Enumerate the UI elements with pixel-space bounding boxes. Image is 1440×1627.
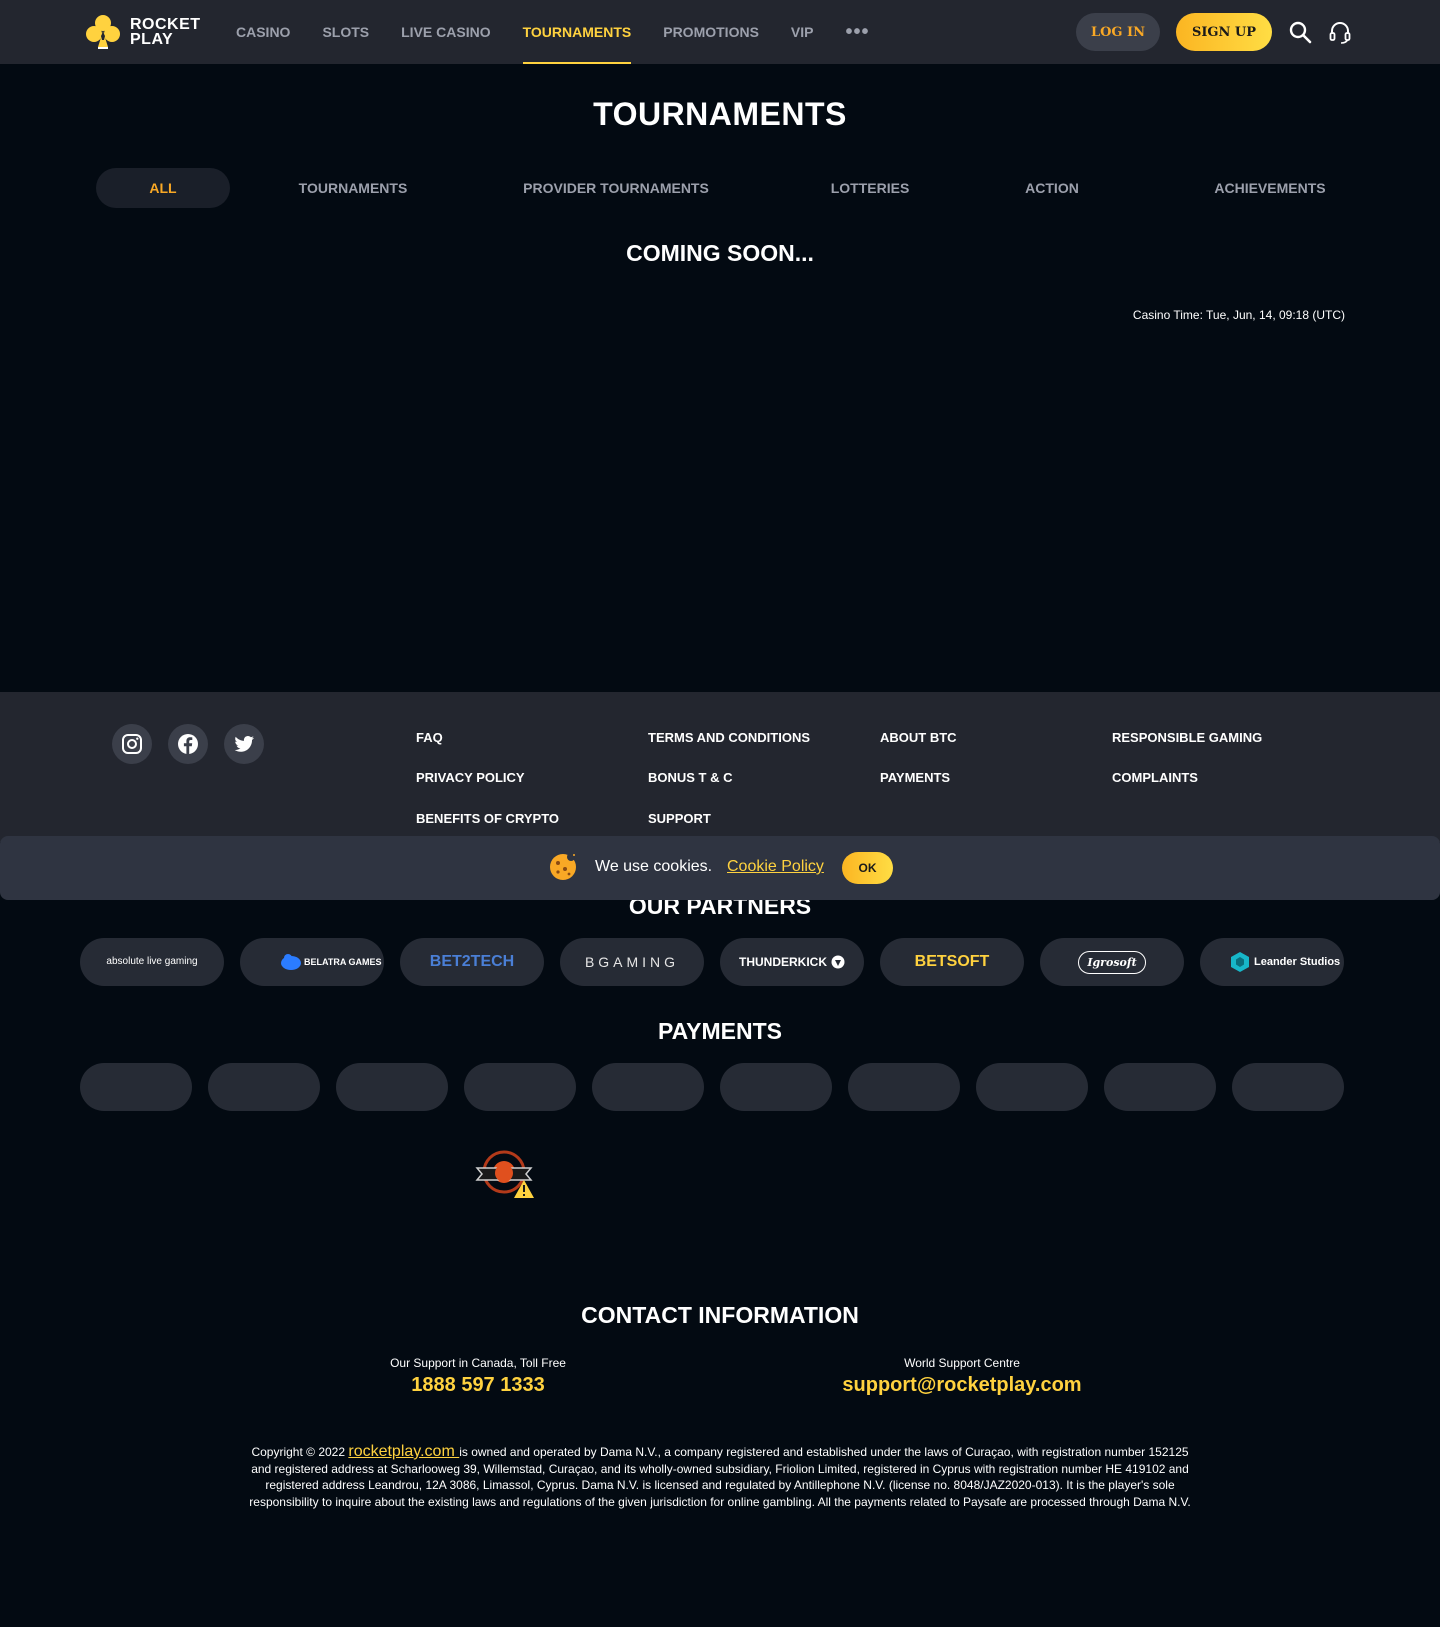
thunderkick-badge-icon <box>831 955 845 969</box>
partner-name: BELATRA GAMES <box>304 957 382 967</box>
nav-more-button[interactable]: ••• <box>845 0 869 64</box>
canada-support-label: Our Support in Canada, Toll Free <box>390 1356 566 1370</box>
footer-links-panel: FAQ PRIVACY POLICY BENEFITS OF CRYPTO TE… <box>0 692 1440 842</box>
leander-logo-icon <box>1231 952 1249 972</box>
tournament-tabs: ALL TOURNAMENTS PROVIDER TOURNAMENTS LOT… <box>96 168 1344 208</box>
casino-time: Casino Time: Tue, Jun, 14, 09:18 (UTC) <box>1132 308 1345 322</box>
footer-link-faq[interactable]: FAQ <box>416 730 443 745</box>
coming-soon-message: COMING SOON... <box>626 240 814 266</box>
footer-link-terms[interactable]: TERMS AND CONDITIONS <box>648 730 810 745</box>
contact-title: CONTACT INFORMATION <box>581 1302 859 1328</box>
logo-text-line2: PLAY <box>130 31 174 48</box>
partner-name: THUNDERKICK <box>739 955 827 969</box>
club-logo-icon <box>86 15 120 49</box>
footer-link-payments[interactable]: PAYMENTS <box>880 770 950 785</box>
payment-method[interactable] <box>208 1063 320 1111</box>
copyright-prefix: Copyright © 2022 <box>251 1445 349 1459</box>
facebook-button[interactable] <box>168 724 208 764</box>
payment-method[interactable] <box>464 1063 576 1111</box>
payment-method[interactable] <box>336 1063 448 1111</box>
partner-name: BET2TECH <box>429 953 515 970</box>
footer-link-responsible-gaming[interactable]: RESPONSIBLE GAMING <box>1112 730 1262 745</box>
footer-link-about-btc[interactable]: ABOUT BTC <box>880 730 957 745</box>
search-icon[interactable] <box>1288 20 1312 44</box>
instagram-icon <box>122 734 142 754</box>
copyright-text: Copyright © 2022 rocketplay.com is owned… <box>240 1443 1200 1510</box>
footer-link-complaints[interactable]: COMPLAINTS <box>1112 770 1198 785</box>
tab-tournaments[interactable]: TOURNAMENTS <box>286 168 420 208</box>
payment-method[interactable] <box>976 1063 1088 1111</box>
top-header: ROCKET PLAY CASINO SLOTS LIVE CASINO TOU… <box>0 0 1440 64</box>
partner-igrosoft[interactable]: Igrosoft <box>1040 938 1184 986</box>
login-button[interactable]: LOG IN <box>1076 13 1160 51</box>
footer-link-benefits-of-crypto[interactable]: BENEFITS OF CRYPTO <box>416 811 559 826</box>
payment-method[interactable] <box>848 1063 960 1111</box>
partner-name: Igrosoft <box>1078 950 1146 974</box>
partner-absolute-live-gaming[interactable]: absolute live gaming <box>80 938 224 986</box>
cookie-policy-link[interactable]: Cookie Policy <box>727 858 824 876</box>
page-title: TOURNAMENTS <box>593 96 847 132</box>
partner-name: BGAMING <box>584 954 680 970</box>
signup-button[interactable]: SIGN UP <box>1176 13 1272 51</box>
facebook-icon <box>178 734 198 754</box>
tab-lotteries[interactable]: LOTTERIES <box>810 168 930 208</box>
partner-bet2tech[interactable]: BET2TECH <box>400 938 544 986</box>
payment-method[interactable] <box>720 1063 832 1111</box>
nav-slots[interactable]: SLOTS <box>322 0 369 64</box>
partner-thunderkick[interactable]: THUNDERKICK <box>720 938 864 986</box>
footer-link-privacy-policy[interactable]: PRIVACY POLICY <box>416 770 525 785</box>
instagram-button[interactable] <box>112 724 152 764</box>
tab-achievements[interactable]: ACHIEVEMENTS <box>1196 168 1344 208</box>
footer-link-support[interactable]: SUPPORT <box>648 811 711 826</box>
payment-method[interactable] <box>592 1063 704 1111</box>
twitter-button[interactable] <box>224 724 264 764</box>
main-nav: CASINO SLOTS LIVE CASINO TOURNAMENTS PRO… <box>236 0 902 64</box>
nav-casino[interactable]: CASINO <box>236 0 290 64</box>
license-seal-icon[interactable] <box>474 1148 536 1200</box>
tab-action[interactable]: ACTION <box>1002 168 1102 208</box>
support-headset-icon[interactable] <box>1328 20 1352 44</box>
nav-promotions[interactable]: PROMOTIONS <box>663 0 759 64</box>
rocketplay-link[interactable]: rocketplay.com <box>348 1443 459 1460</box>
partner-belatra[interactable]: BELATRA GAMES <box>240 938 384 986</box>
twitter-icon <box>234 736 254 752</box>
nav-live-casino[interactable]: LIVE CASINO <box>401 0 490 64</box>
payment-method[interactable] <box>80 1063 192 1111</box>
world-support-label: World Support Centre <box>904 1356 1020 1370</box>
footer-link-bonus-tc[interactable]: BONUS T & C <box>648 770 733 785</box>
partner-name: BETSOFT <box>914 953 990 970</box>
cookie-text: We use cookies. <box>595 858 713 875</box>
logo-text-line1: ROCKET <box>130 16 201 33</box>
payment-method[interactable] <box>1104 1063 1216 1111</box>
tab-all[interactable]: ALL <box>96 168 230 208</box>
cookie-icon <box>550 853 576 880</box>
nav-tournaments[interactable]: TOURNAMENTS <box>522 0 631 64</box>
support-email-link[interactable]: support@rocketplay.com <box>782 1374 1142 1397</box>
logo[interactable]: ROCKET PLAY <box>84 12 201 52</box>
payments-title: PAYMENTS <box>658 1018 782 1044</box>
nav-vip[interactable]: VIP <box>791 0 814 64</box>
tab-provider-tournaments[interactable]: PROVIDER TOURNAMENTS <box>516 168 716 208</box>
belatra-logo-icon <box>281 954 301 970</box>
partner-bgaming[interactable]: BGAMING <box>560 938 704 986</box>
cookie-banner: We use cookies. Cookie Policy OK <box>0 836 1440 900</box>
payment-method[interactable] <box>1232 1063 1344 1111</box>
partner-betsoft[interactable]: BETSOFT <box>880 938 1024 986</box>
partner-name: absolute live gaming <box>106 956 198 967</box>
partner-name: Leander Studios <box>1254 956 1341 968</box>
canada-phone-link[interactable]: 1888 597 1333 <box>298 1374 658 1397</box>
cookie-ok-button[interactable]: OK <box>842 852 893 884</box>
partner-leander[interactable]: Leander Studios <box>1200 938 1344 986</box>
